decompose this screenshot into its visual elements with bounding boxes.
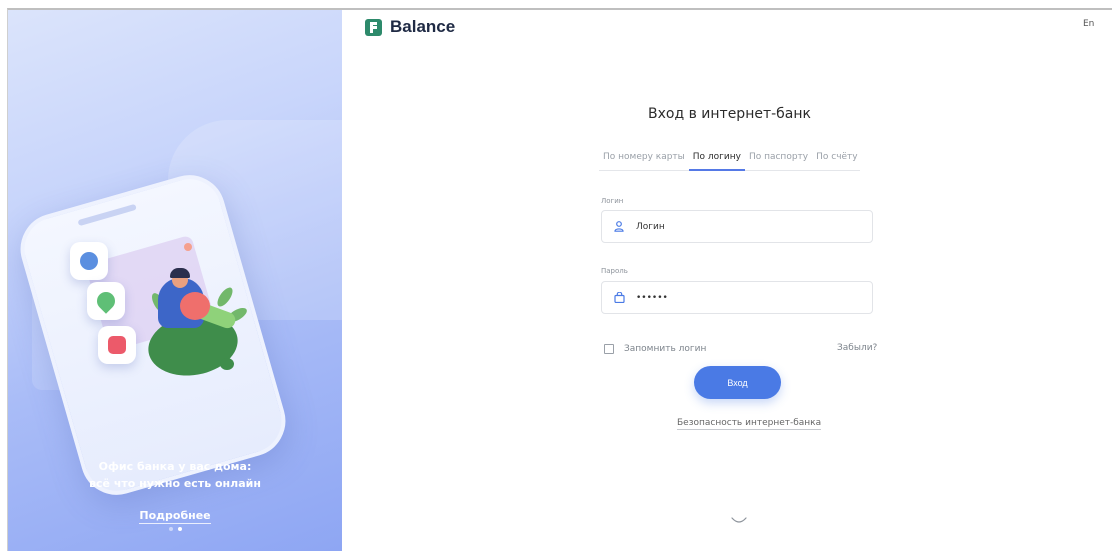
brand-logo[interactable]: Balance [365,17,455,37]
remember-login[interactable]: Запомнить логин [604,344,706,354]
login-method-tabs: По номеру карты По логину По паспорту По… [599,150,860,171]
decor-dot [184,243,192,251]
lock-icon [612,291,626,305]
illustration-blob [220,358,234,370]
tab-card-number[interactable]: По номеру карты [599,150,689,171]
tab-account[interactable]: По счёту [812,150,862,171]
page-title: Вход в интернет-банк [648,106,811,122]
promo-headline: Офис банка у вас дома: всё что нужно ест… [8,458,342,492]
remember-label: Запомнить логин [624,344,707,354]
chevron-down-icon[interactable] [731,517,747,525]
login-field[interactable] [601,210,873,243]
app-window: Офис банка у вас дома: всё что нужно ест… [7,8,1112,551]
password-input[interactable] [636,292,856,303]
promo-panel: Офис банка у вас дома: всё что нужно ест… [8,10,342,551]
home-icon [70,242,108,280]
phone-notch [77,203,137,227]
promo-line-1: Офис банка у вас дома: [98,460,252,473]
promo-line-2: всё что нужно есть онлайн [89,477,261,490]
slider-dot[interactable] [169,527,173,531]
login-button[interactable]: Вход [694,366,781,399]
slider-dot-active[interactable] [178,527,182,531]
login-input[interactable] [636,221,856,232]
tab-passport[interactable]: По паспорту [745,150,812,171]
heart-icon [87,282,125,320]
user-icon [612,220,626,234]
remember-checkbox[interactable] [604,344,614,354]
password-field[interactable] [601,281,873,314]
card-icon [98,326,136,364]
brand-name: Balance [390,17,456,36]
heart-illustration [180,292,210,320]
promo-more: Подробнее [8,504,342,524]
promo-more-link[interactable]: Подробнее [139,509,211,524]
login-label: Логин [601,197,624,205]
language-switch[interactable]: En [1083,19,1094,29]
person-hair [170,268,190,278]
tab-login[interactable]: По логину [688,150,745,171]
security-link[interactable]: Безопасность интернет-банка [677,418,822,430]
slider-dots [169,527,182,531]
logo-icon [365,18,382,36]
forgot-link[interactable]: Забыли? [837,343,877,353]
password-label: Пароль [601,267,628,275]
